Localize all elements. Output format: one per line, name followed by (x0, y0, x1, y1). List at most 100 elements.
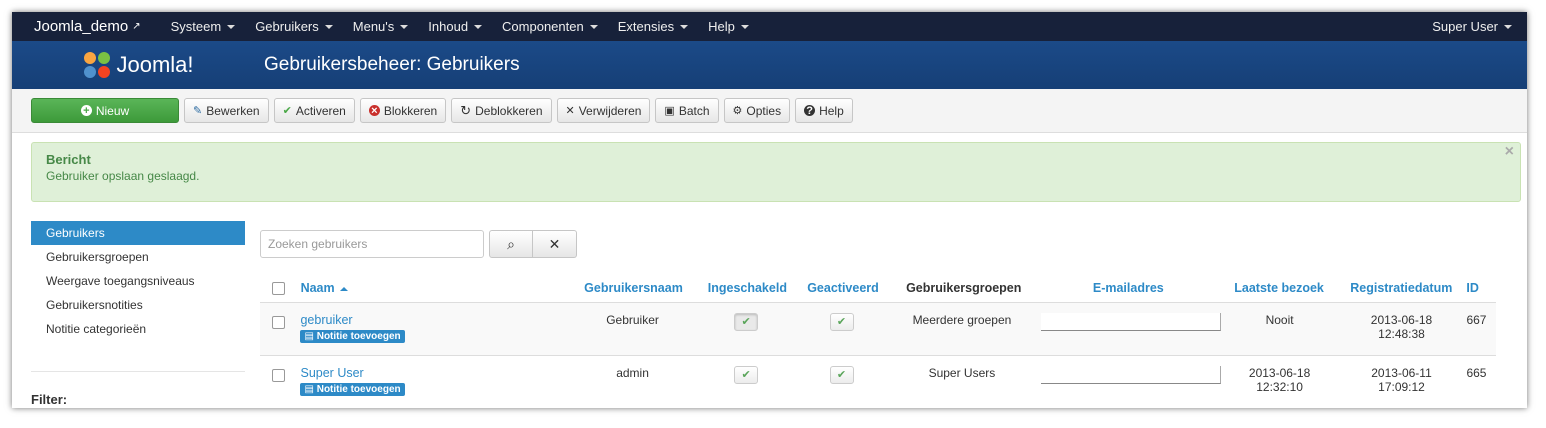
new-button[interactable]: + Nieuw (31, 98, 179, 123)
id-cell: 665 (1466, 366, 1487, 380)
groups-cell: Super Users (928, 366, 996, 380)
caret-down-icon (680, 24, 689, 29)
activate-button[interactable]: ✔ Activeren (273, 98, 355, 123)
row-checkbox[interactable] (271, 369, 285, 382)
menu-label: Inhoud (428, 19, 469, 34)
sidebar-item-gebruikersnotities[interactable]: Gebruikersnotities (31, 293, 245, 317)
user-name-link[interactable]: gebruiker (300, 313, 564, 327)
table-row: Super User ▤ Notitie toevoegen admin ✔ ✔… (260, 355, 1496, 408)
sort-ascending-icon (339, 286, 348, 291)
joomla-logo[interactable]: Joomla! (12, 50, 264, 80)
site-brand-label: Joomla_demo (34, 18, 129, 35)
new-button-label: Nieuw (95, 103, 130, 118)
help-button-label: Help (819, 103, 844, 118)
edit-button-label: Bewerken (206, 103, 260, 118)
sidebar-item-gebruikers[interactable]: Gebruikers (31, 221, 245, 245)
user-menu[interactable]: Super User (1432, 12, 1512, 41)
id-cell: 667 (1466, 313, 1487, 327)
registered-time: 12:48:38 (1378, 327, 1425, 341)
header-id[interactable]: ID (1462, 281, 1496, 295)
email-value[interactable] (1040, 313, 1221, 331)
menu-componenten[interactable]: Componenten (492, 19, 608, 34)
activated-toggle[interactable]: ✔ (829, 366, 854, 384)
menu-label: Help (708, 19, 735, 34)
search-input[interactable] (260, 230, 484, 258)
filter-label: Filter: (31, 392, 68, 407)
options-button-label: Opties (746, 103, 782, 118)
caret-down-icon (589, 24, 598, 29)
check-icon: ✔ (741, 369, 751, 381)
check-icon: ✔ (741, 316, 751, 328)
search-bar: ⌕ ✕ (260, 230, 577, 258)
refresh-icon: ↻ (460, 102, 472, 118)
table-row: gebruiker ▤ Notitie toevoegen Gebruiker … (260, 302, 1496, 355)
row-checkbox[interactable] (271, 316, 285, 329)
enabled-toggle[interactable]: ✔ (734, 366, 759, 384)
menu-gebruikers[interactable]: Gebruikers (245, 19, 343, 34)
header-name[interactable]: Naam (297, 281, 570, 295)
registered-date: 2013-06-11 (1371, 366, 1432, 380)
email-cell (1037, 366, 1221, 387)
edit-button[interactable]: ✎ Bewerken (184, 98, 269, 123)
menu-menus[interactable]: Menu's (343, 19, 419, 34)
groups-cell: Meerdere groepen (912, 313, 1012, 327)
last-visit-cell: 2013-06-18 12:32:10 (1219, 366, 1341, 394)
header-groups: Gebruikersgroepen (906, 281, 1022, 295)
delete-button-label: Verwijderen (578, 103, 642, 118)
sidebar-item-notitie-categorieen[interactable]: Notitie categorieën (31, 317, 245, 341)
registered-date: 2013-06-18 (1370, 313, 1433, 327)
caret-down-icon (227, 24, 236, 29)
header-enabled[interactable]: Ingeschakeld (698, 281, 798, 295)
message-text: Gebruiker opslaan geslaagd. (46, 169, 200, 183)
header-activated[interactable]: Geactiveerd (797, 281, 889, 295)
logo-text: Joomla! (116, 52, 194, 77)
delete-button[interactable]: ✕ Verwijderen (556, 98, 651, 123)
menu-label: Gebruikers (255, 19, 319, 34)
toolbar: + Nieuw ✎ Bewerken ✔ Activeren × Blokker… (12, 89, 1527, 133)
external-link-icon: ↗ (132, 21, 141, 32)
options-button[interactable]: ⚙ Opties (723, 98, 791, 123)
row-checkbox-cell (260, 366, 296, 382)
message-title: Bericht (46, 152, 91, 167)
enabled-toggle[interactable]: ✔ (734, 313, 759, 331)
site-brand-link[interactable]: Joomla_demo ↗ (12, 18, 161, 35)
close-message-button[interactable]: × (1505, 143, 1514, 161)
activated-toggle[interactable]: ✔ (829, 313, 854, 331)
batch-button[interactable]: ▣ Batch (655, 98, 719, 123)
search-button[interactable]: ⌕ (489, 230, 533, 258)
unblock-button[interactable]: ↻ Deblokkeren (451, 98, 552, 123)
clear-search-button[interactable]: ✕ (533, 230, 577, 258)
select-all-checkbox[interactable] (271, 281, 285, 295)
plus-circle-icon: + (80, 105, 92, 117)
row-checkbox-cell (260, 313, 296, 329)
sidebar-item-gebruikersgroepen[interactable]: Gebruikersgroepen (31, 245, 245, 269)
menu-extensies[interactable]: Extensies (608, 19, 698, 34)
menu-help[interactable]: Help (698, 19, 759, 34)
user-name-link[interactable]: Super User (300, 366, 564, 380)
page-header: Joomla! Gebruikersbeheer: Gebruikers (12, 41, 1527, 89)
header-last-visit[interactable]: Laatste bezoek (1218, 281, 1340, 295)
header-email[interactable]: E-mailadres (1039, 281, 1218, 295)
block-button-label: Blokkeren (383, 103, 438, 118)
header-username[interactable]: Gebruikersnaam (569, 281, 697, 295)
add-note-button[interactable]: ▤ Notitie toevoegen (300, 330, 405, 343)
check-icon: ✔ (836, 316, 847, 328)
caret-down-icon (740, 24, 749, 29)
last-visit-date: Nooit (1265, 313, 1294, 327)
note-icon: ▤ (304, 331, 317, 342)
sidebar-item-toegangsniveaus[interactable]: Weergave toegangsniveaus (31, 269, 245, 293)
username-cell: Gebruiker (606, 313, 659, 327)
header-registered[interactable]: Registratiedatum (1340, 281, 1462, 295)
enabled-cell: ✔ (696, 366, 795, 384)
registered-cell: 2013-06-11 17:09:12 (1341, 366, 1463, 394)
close-icon: ✕ (548, 235, 561, 252)
block-button[interactable]: × Blokkeren (359, 98, 447, 123)
help-button[interactable]: ? Help (795, 98, 853, 123)
menu-inhoud[interactable]: Inhoud (418, 19, 492, 34)
top-navbar: Joomla_demo ↗ Systeem Gebruikers Menu's … (12, 12, 1527, 41)
menu-systeem[interactable]: Systeem (161, 19, 246, 34)
header-checkbox-cell (260, 281, 297, 295)
search-icon: ⌕ (507, 235, 515, 252)
email-value[interactable] (1040, 366, 1221, 384)
add-note-button[interactable]: ▤ Notitie toevoegen (300, 383, 405, 396)
